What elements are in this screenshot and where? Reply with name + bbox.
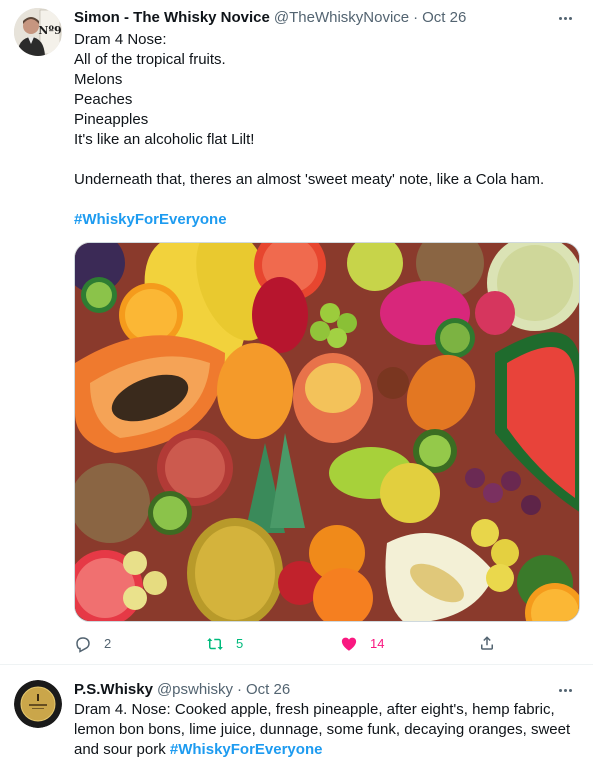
tweet-text-line: Dram 4. Nose: Cooked apple, fresh pineap… xyxy=(74,701,555,718)
tweet-date[interactable]: Oct 26 xyxy=(246,680,290,700)
tweet-text-line: All of the tropical fruits. xyxy=(74,51,226,68)
tweet-text-line: Pineapples xyxy=(74,111,149,128)
hashtag-link[interactable]: #WhiskyForEveryone xyxy=(170,741,323,758)
tweet-text-line: Peaches xyxy=(74,91,133,108)
display-name[interactable]: P.S.Whisky xyxy=(74,680,153,700)
like-count: 14 xyxy=(370,636,385,651)
tweet-text-line: Dram 4 Nose: xyxy=(74,31,167,48)
tweet-text-line: It's like an alcoholic flat Lilt! xyxy=(74,131,255,148)
more-options-icon[interactable] xyxy=(553,680,577,700)
display-name[interactable]: Simon - The Whisky Novice xyxy=(74,8,270,28)
more-options-icon[interactable] xyxy=(553,8,577,28)
tweet-text: Dram 4 Nose: All of the tropical fruits.… xyxy=(74,30,579,230)
ps-whisky-logo xyxy=(14,680,62,728)
like-button[interactable]: 14 xyxy=(340,634,384,654)
avatar-badge-text: Nº9 xyxy=(38,24,61,37)
avatar[interactable] xyxy=(14,680,62,728)
tweet[interactable]: Nº9 Simon - The Whisky Novice @TheWhisky… xyxy=(0,0,593,665)
tweet-text-line: Melons xyxy=(74,71,123,88)
retweet-button[interactable]: 5 xyxy=(206,634,243,654)
tweet-header: Simon - The Whisky Novice @TheWhiskyNovi… xyxy=(74,8,579,28)
tweet-text-line: Underneath that, theres an almost 'sweet… xyxy=(74,171,545,188)
tweet-text-line xyxy=(74,190,579,210)
retweet-icon xyxy=(207,638,223,650)
tweet-text-line: lemon bon bons, lime juice, dunnage, som… xyxy=(74,721,571,738)
share-button[interactable] xyxy=(478,634,496,652)
reply-button[interactable]: 2 xyxy=(74,634,111,654)
reply-icon xyxy=(76,637,90,653)
reply-count: 2 xyxy=(104,636,112,651)
tropical-fruits-photo[interactable] xyxy=(74,242,580,622)
tweet-text-line: and sour pork xyxy=(74,741,170,758)
avatar[interactable]: Nº9 xyxy=(14,8,62,56)
user-handle[interactable]: @pswhisky xyxy=(157,680,233,700)
tweet-date[interactable]: Oct 26 xyxy=(422,8,466,28)
tweet-header: P.S.Whisky @pswhisky · Oct 26 xyxy=(74,680,579,700)
share-icon xyxy=(481,636,493,650)
retweet-count: 5 xyxy=(236,636,244,651)
user-handle[interactable]: @TheWhiskyNovice xyxy=(274,8,409,28)
tweet-text: Dram 4. Nose: Cooked apple, fresh pineap… xyxy=(74,700,579,760)
hashtag-link[interactable]: #WhiskyForEveryone xyxy=(74,211,227,228)
tweet-text-line xyxy=(74,150,579,170)
tweet-actions: 2 5 14 xyxy=(74,634,524,654)
separator-dot: · xyxy=(413,9,419,26)
separator-dot: · xyxy=(237,681,243,698)
heart-icon xyxy=(341,637,357,651)
